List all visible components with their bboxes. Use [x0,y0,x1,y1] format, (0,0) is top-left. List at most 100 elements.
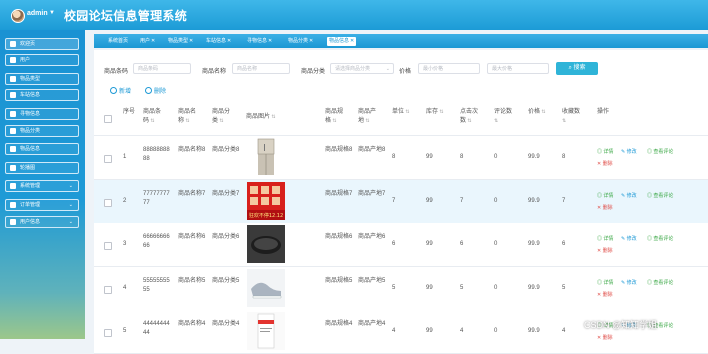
delete-button[interactable]: 删除 [145,86,166,95]
cell-fav: 4 [562,328,566,334]
cell-name: 商品名称5 [178,278,206,284]
product-image [247,138,285,176]
cell-comments: 0 [494,241,498,247]
op-label: 删除 [602,292,613,298]
view-comments-button[interactable]: ◎ 查看评论 [647,148,673,155]
sort-icon: ⇅ [466,118,472,124]
cell-spec: 商品规格4 [325,321,353,327]
row-checkbox[interactable] [104,286,112,294]
op-label: 删除 [602,161,613,167]
edit-button[interactable]: ✎ 修改 [621,192,637,199]
name-input[interactable]: 商品名称 [232,63,290,74]
tab[interactable]: 车站信息✕ [206,37,231,46]
col-comments-header[interactable]: 评论数 ⇅ [494,108,516,126]
row-delete-button[interactable]: ✕ 删除 [597,160,613,167]
cell-stock: 99 [426,241,433,247]
row-delete-button[interactable]: ✕ 删除 [597,291,613,298]
view-comments-button[interactable]: ◎ 查看评论 [647,235,673,242]
sort-icon: ⇅ [438,109,444,115]
search-label: 搜索 [573,65,586,71]
col-spec-header[interactable]: 商品规格 ⇅ [325,108,347,126]
row-delete-button[interactable]: ✕ 删除 [597,334,613,341]
code-input[interactable]: 商品条码 [133,63,191,74]
col-image-header[interactable]: 商品图片 ⇅ [246,113,276,122]
sidebar-item[interactable]: 系统管理 ⌄ [5,180,79,192]
tab[interactable]: 寻物信息✕ [247,37,272,46]
sort-icon: ⇅ [404,109,410,115]
close-icon[interactable]: ✕ [309,38,313,44]
col-price-header[interactable]: 价格 ⇅ [528,108,550,117]
sidebar-item[interactable]: 订单管理 ⌄ [5,199,79,211]
sidebar-item[interactable]: 欢迎页 [5,38,79,50]
sidebar-item-label: 寻物信息 [20,111,41,117]
edit-button[interactable]: ✎ 修改 [621,148,637,155]
promo-image: 狂欢不停12.12 [247,182,285,220]
row-checkbox[interactable] [104,329,112,337]
view-comments-button[interactable]: ◎ 查看评论 [647,279,673,286]
col-clicks-header[interactable]: 点击次数 ⇅ [460,108,482,126]
sidebar-item[interactable]: 用户 [5,54,79,66]
add-label: 新增 [119,89,132,95]
row-delete-button[interactable]: ✕ 删除 [597,247,613,254]
select-all-checkbox[interactable] [104,115,112,123]
row-checkbox[interactable] [104,242,112,250]
sidebar-item[interactable]: 寻物信息 [5,108,79,120]
col-origin-header[interactable]: 商品产地 ⇅ [358,108,380,126]
col-unit-header[interactable]: 单位 ⇅ [392,108,414,117]
tab[interactable]: 系统首页 [108,37,128,46]
search-button[interactable]: ⌕ 搜索 [556,62,598,75]
close-icon[interactable]: ✕ [189,38,193,44]
sidebar-item[interactable]: 物品信息 [5,143,79,155]
username[interactable]: admin [27,10,48,17]
cell-clicks: 4 [460,328,464,334]
tab[interactable]: 用户✕ [140,37,155,46]
promo-text: 狂欢不停12.12 [249,212,283,219]
sidebar-item[interactable]: 物品分类 [5,125,79,137]
close-icon[interactable]: ✕ [151,38,155,44]
sort-icon: ⇅ [364,118,370,124]
row-delete-button[interactable]: ✕ 删除 [597,204,613,211]
close-icon[interactable]: ✕ [268,38,272,44]
cell-unit: 6 [392,241,396,247]
cell-name: 商品名称6 [178,234,206,240]
col-code-header[interactable]: 商品条码 ⇅ [143,108,165,126]
sidebar-item[interactable]: 轮播图 [5,162,79,174]
sidebar-item[interactable]: 用户信息 ⌄ [5,216,79,228]
cell-spec: 商品规格5 [325,278,353,284]
col-favorites-header[interactable]: 收藏数 ⇅ [562,108,584,126]
cell-cat: 商品分类7 [212,191,240,197]
edit-button[interactable]: ✎ 修改 [621,279,637,286]
col-stock-header[interactable]: 库存 ⇅ [426,108,448,117]
col-index-header: 序号 [123,108,145,117]
cell-idx: 4 [123,285,127,291]
tab-label: 物品分类 [288,38,309,44]
sidebar-item[interactable]: 车站信息 [5,89,79,101]
price-min-input[interactable]: 最小价格 [418,63,480,74]
tab[interactable]: 物品分类✕ [288,37,313,46]
sidebar-item[interactable]: 物品类型 [5,73,79,85]
menu-icon [10,76,16,82]
tab[interactable]: 物品类型✕ [168,37,193,46]
close-icon[interactable]: ✕ [227,38,231,44]
price-max-input[interactable]: 最大价格 [487,63,549,74]
close-icon[interactable]: ✕ [350,38,354,44]
chevron-down-icon[interactable]: ▼ [49,10,55,16]
detail-button[interactable]: ◎ 详情 [597,192,613,199]
edit-button[interactable]: ✎ 修改 [621,235,637,242]
cell-code: 6666666666 [143,234,170,249]
add-button[interactable]: 新增 [110,86,131,95]
col-category-header[interactable]: 商品分类 ⇅ [212,108,234,126]
row-checkbox[interactable] [104,155,112,163]
detail-button[interactable]: ◎ 详情 [597,148,613,155]
header-label: 单位 [392,109,405,115]
tab-bar: 系统首页 用户✕ 物品类型✕ 车站信息✕ 寻物信息✕ 物品分类✕ 物品信息✕ [94,34,708,48]
detail-button[interactable]: ◎ 详情 [597,235,613,242]
avatar[interactable] [11,9,25,23]
detail-button[interactable]: ◎ 详情 [597,279,613,286]
category-select[interactable]: 请选择商品分类 ⌄ [330,63,394,74]
row-checkbox[interactable] [104,199,112,207]
col-name-header[interactable]: 商品名称 ⇅ [178,108,200,126]
tab[interactable]: 物品信息✕ [327,37,357,46]
cell-origin: 商品产地6 [358,234,386,240]
view-comments-button[interactable]: ◎ 查看评论 [647,192,673,199]
